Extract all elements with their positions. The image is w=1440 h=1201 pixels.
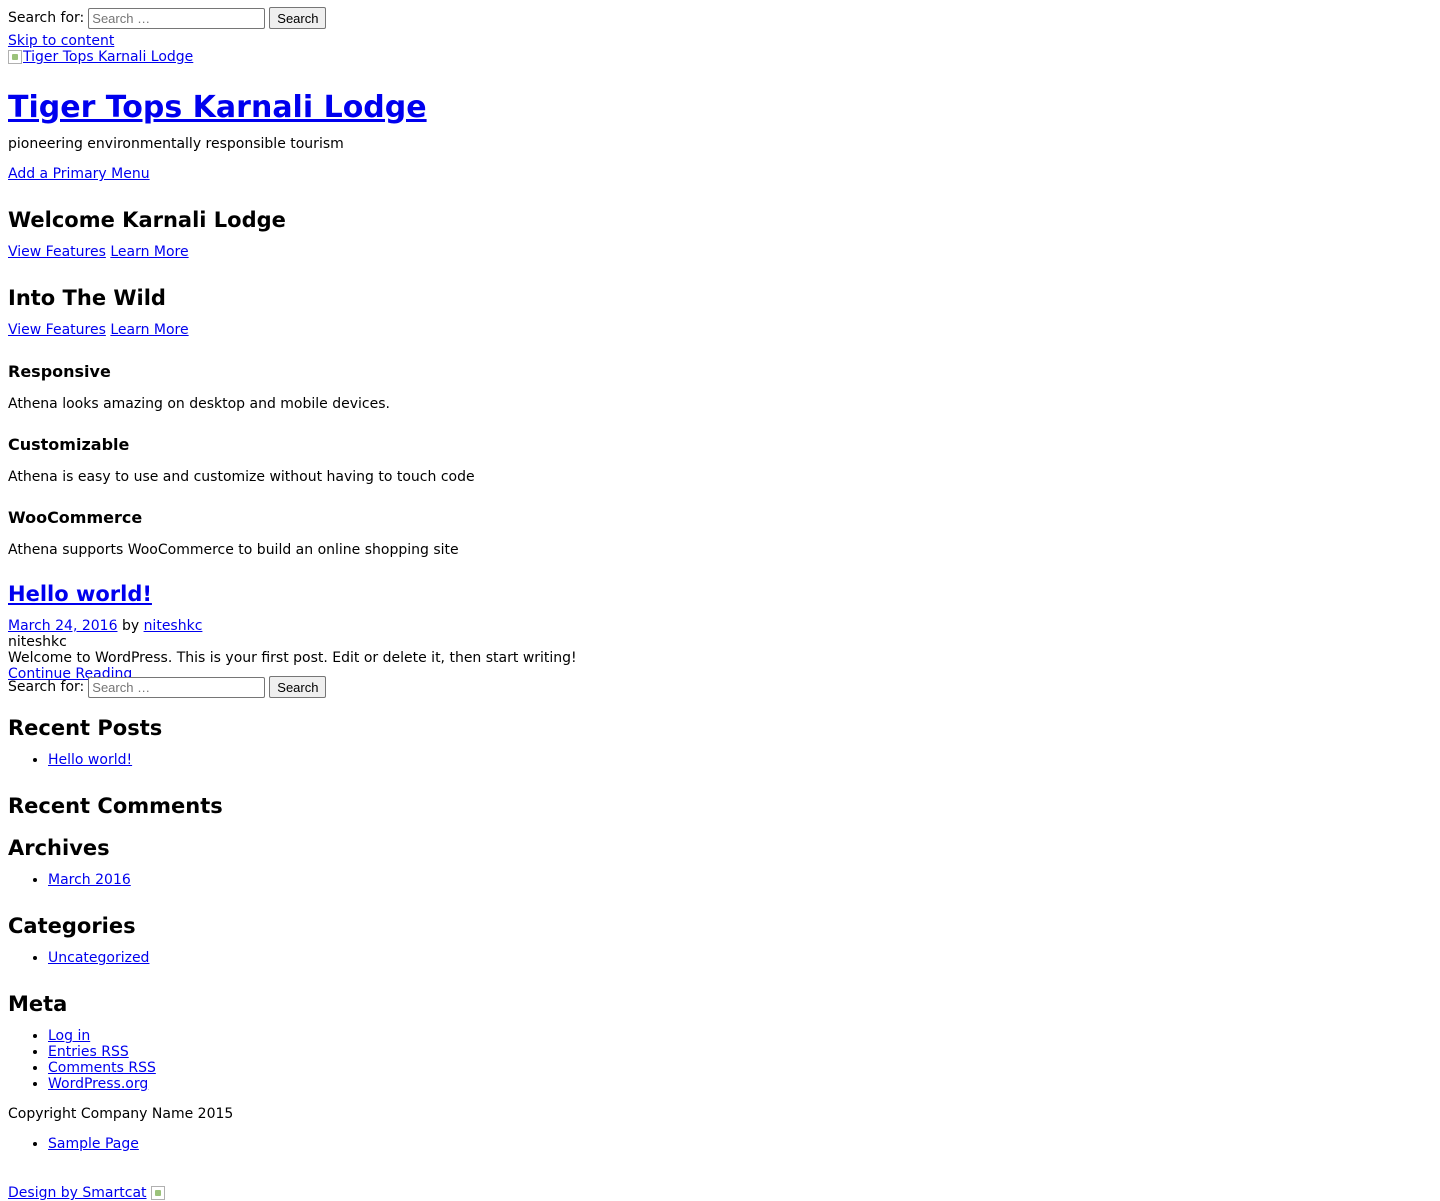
recent-post-link[interactable]: Hello world! bbox=[48, 752, 132, 768]
recent-posts-list: Hello world! bbox=[8, 752, 1432, 768]
widget-title-meta: Meta bbox=[8, 992, 68, 1016]
list-item: Entries RSS bbox=[48, 1044, 1432, 1060]
search-input[interactable] bbox=[88, 7, 266, 29]
category-link[interactable]: Uncategorized bbox=[48, 950, 149, 966]
slide-title-1: Welcome Karnali Lodge bbox=[8, 208, 286, 232]
search-label: Search for: bbox=[8, 10, 85, 26]
search-button[interactable]: Search bbox=[269, 676, 327, 698]
learn-more-link[interactable]: Learn More bbox=[110, 322, 188, 338]
skip-to-content-link[interactable]: Skip to content bbox=[8, 33, 114, 49]
list-item: WordPress.org bbox=[48, 1076, 1432, 1092]
slide-links-1: View Features Learn More bbox=[8, 244, 1432, 260]
meta-list: Log in Entries RSS Comments RSS WordPres… bbox=[8, 1028, 1432, 1092]
search-button[interactable]: Search bbox=[269, 7, 327, 29]
archives-list: March 2016 bbox=[8, 872, 1432, 888]
feature-title-responsive: Responsive bbox=[8, 362, 111, 381]
wordpress-org-link[interactable]: WordPress.org bbox=[48, 1076, 148, 1092]
view-features-link[interactable]: View Features bbox=[8, 244, 106, 260]
comments-rss-link[interactable]: Comments RSS bbox=[48, 1060, 156, 1076]
search-input[interactable] bbox=[88, 676, 266, 698]
list-item: Uncategorized bbox=[48, 950, 1432, 966]
footer-credit: Design by Smartcat bbox=[8, 1185, 1432, 1201]
slide-title-2: Into The Wild bbox=[8, 286, 166, 310]
view-features-link[interactable]: View Features bbox=[8, 322, 106, 338]
search-form-sidebar: Search for: Search bbox=[8, 674, 1432, 700]
copyright-text: Copyright Company Name 2015 bbox=[8, 1106, 234, 1122]
search-label: Search for: bbox=[8, 679, 85, 695]
feature-text-woocommerce: Athena supports WooCommerce to build an … bbox=[8, 542, 459, 558]
post-author-link[interactable]: niteshkc bbox=[144, 618, 203, 634]
list-item: Comments RSS bbox=[48, 1060, 1432, 1076]
feature-text-responsive: Athena looks amazing on desktop and mobi… bbox=[8, 396, 390, 412]
sample-page-link[interactable]: Sample Page bbox=[48, 1136, 139, 1152]
post-title: Hello world! bbox=[8, 581, 1432, 607]
site-logo-link[interactable]: Tiger Tops Karnali Lodge bbox=[8, 49, 193, 65]
search-form-top: Search for: Search bbox=[8, 5, 1432, 31]
site-title: Tiger Tops Karnali Lodge bbox=[8, 91, 1432, 125]
list-item: Sample Page bbox=[48, 1136, 1432, 1152]
post-excerpt: Welcome to WordPress. This is your first… bbox=[8, 650, 577, 666]
post-meta: March 24, 2016 by niteshkc bbox=[8, 618, 1432, 634]
categories-list: Uncategorized bbox=[8, 950, 1432, 966]
log-in-link[interactable]: Log in bbox=[48, 1028, 90, 1044]
slide-links-2: View Features Learn More bbox=[8, 322, 1432, 338]
list-item: March 2016 bbox=[48, 872, 1432, 888]
feature-title-woocommerce: WooCommerce bbox=[8, 508, 143, 527]
feature-title-customizable: Customizable bbox=[8, 435, 130, 454]
entries-rss-link[interactable]: Entries RSS bbox=[48, 1044, 129, 1060]
feature-text-customizable: Athena is easy to use and customize with… bbox=[8, 469, 475, 485]
site-title-link[interactable]: Tiger Tops Karnali Lodge bbox=[8, 90, 427, 125]
broken-image-icon bbox=[150, 1186, 165, 1200]
page: Search for: Search Skip to content Tiger… bbox=[0, 5, 1440, 1201]
learn-more-link[interactable]: Learn More bbox=[110, 244, 188, 260]
list-item: Log in bbox=[48, 1028, 1432, 1044]
post-by-label: by bbox=[121, 618, 140, 634]
list-item: Hello world! bbox=[48, 752, 1432, 768]
widget-title-recent-posts: Recent Posts bbox=[8, 716, 163, 740]
footer-menu: Sample Page bbox=[8, 1136, 1432, 1152]
widget-title-recent-comments: Recent Comments bbox=[8, 794, 223, 818]
post-date-link[interactable]: March 24, 2016 bbox=[8, 618, 117, 634]
post-author-name: niteshkc bbox=[8, 634, 67, 650]
site-logo-alt: Tiger Tops Karnali Lodge bbox=[23, 49, 194, 65]
post-title-link[interactable]: Hello world! bbox=[8, 582, 152, 606]
design-credit-link[interactable]: Design by Smartcat bbox=[8, 1185, 147, 1201]
add-primary-menu-link[interactable]: Add a Primary Menu bbox=[8, 166, 150, 182]
widget-title-categories: Categories bbox=[8, 914, 136, 938]
archive-link[interactable]: March 2016 bbox=[48, 872, 131, 888]
widget-title-archives: Archives bbox=[8, 836, 110, 860]
broken-image-icon bbox=[8, 50, 22, 64]
site-tagline: pioneering environmentally responsible t… bbox=[8, 136, 344, 152]
